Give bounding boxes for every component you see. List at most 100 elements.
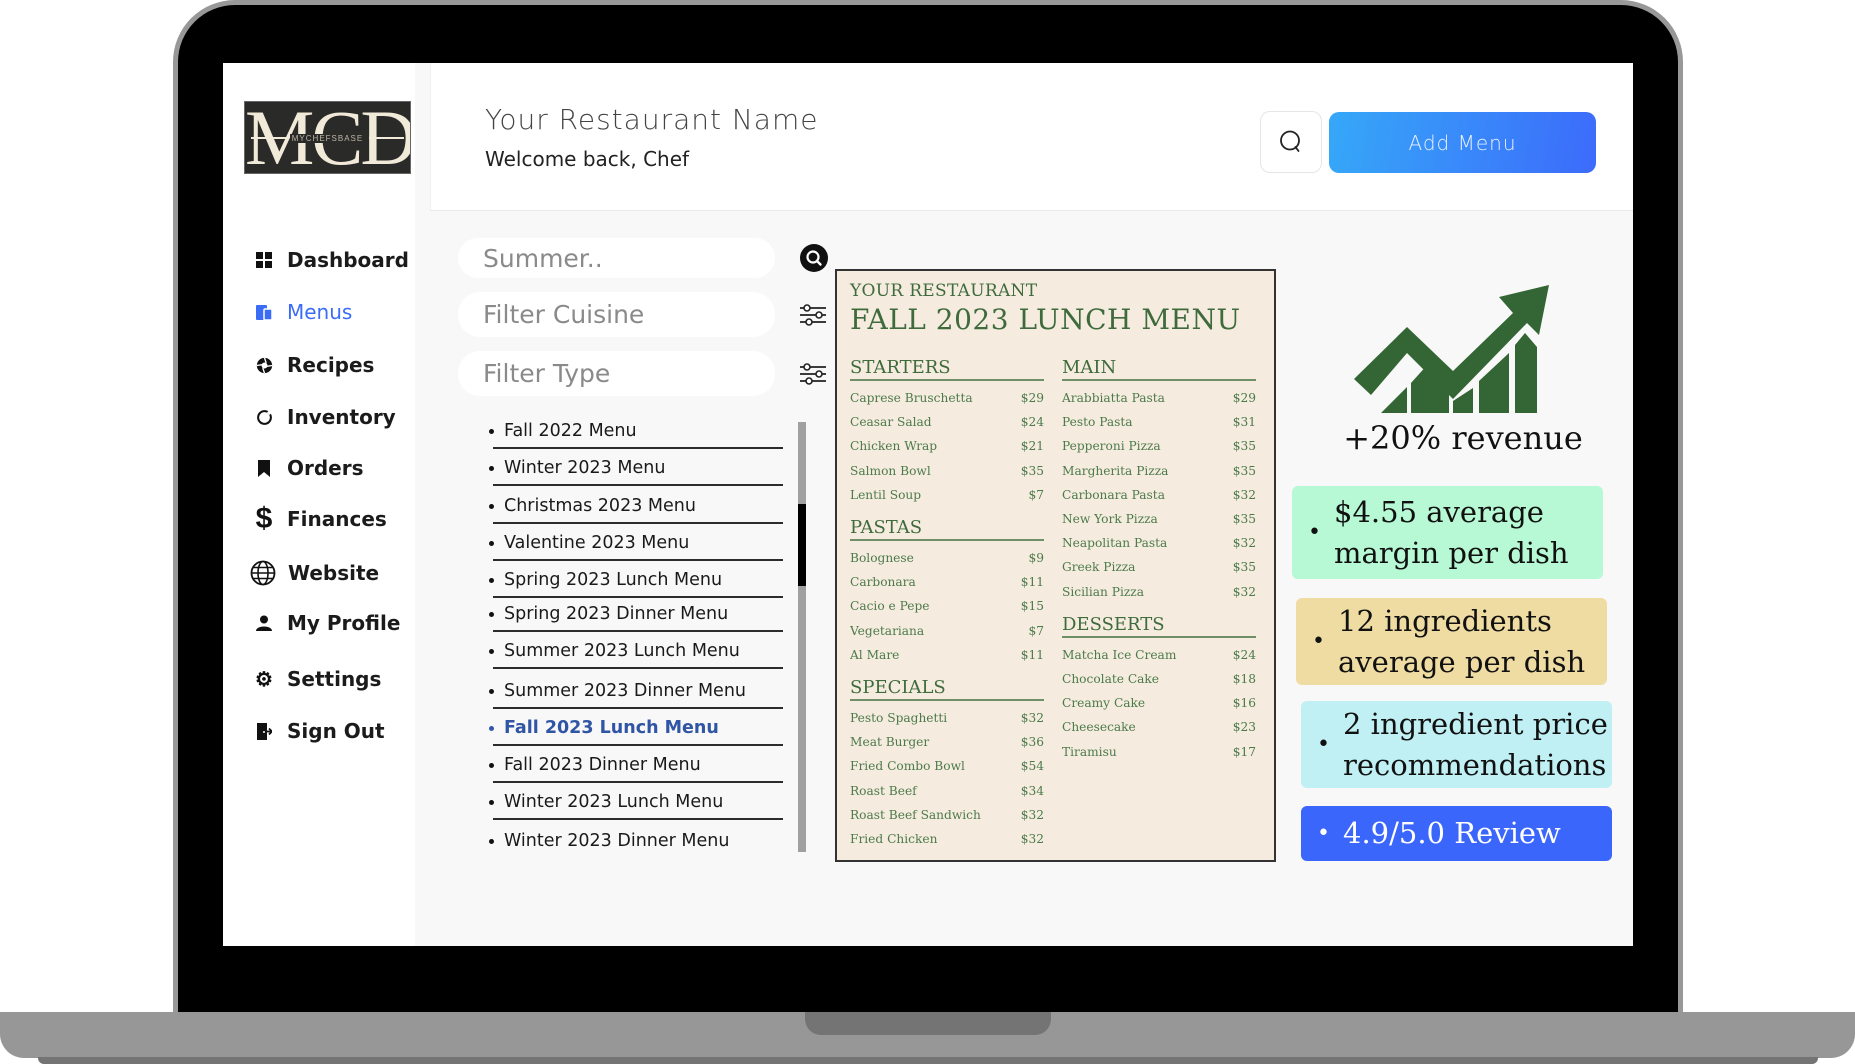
logo-line [369, 137, 404, 139]
menu-list-item[interactable]: Valentine 2023 Menu [489, 527, 783, 561]
bullet [489, 838, 494, 844]
sidebar-item-inventory[interactable]: Inventory [253, 405, 396, 429]
bullet: • [1312, 629, 1325, 654]
sidebar-item-label: Sign Out [287, 719, 385, 743]
dish-price: $21 [1020, 439, 1044, 454]
menu-list-item[interactable]: Summer 2023 Lunch Menu [489, 635, 783, 669]
brand-logo[interactable]: MCD MYCHEFSBASE [244, 101, 411, 174]
menu-dish-row: Tiramisu $17 [1062, 739, 1256, 763]
menu-section: DESSERTS Matcha Ice Cream $24 Chocolate Cak… [1062, 614, 1256, 764]
menu-dish-row: Caprese Bruschetta $29 [850, 386, 1044, 410]
menu-book-icon [253, 301, 275, 323]
dish-price: $35 [1232, 560, 1256, 575]
dish-price: $32 [1232, 584, 1256, 599]
sidebar-item-label: My Profile [287, 611, 401, 635]
dish-name: Caprese Bruschetta [850, 391, 973, 406]
menu-list-item-label: Christmas 2023 Menu [504, 496, 696, 516]
dish-price: $7 [1028, 623, 1044, 638]
menu-section: STARTERS Caprese Bruschetta $29 Ceasar Sala… [850, 357, 1044, 507]
stat-card-price-recommendations[interactable]: • 2 ingredient price recommendations [1301, 701, 1612, 788]
menu-list-item-label: Winter 2023 Lunch Menu [504, 792, 724, 812]
menu-dish-row: Ceasar Salad $24 [850, 410, 1044, 434]
menu-dish-row: Vegetariana $7 [850, 619, 1044, 643]
dish-price: $35 [1232, 463, 1256, 478]
menu-list-item[interactable]: Spring 2023 Dinner Menu [489, 598, 783, 632]
search-submit-button[interactable] [800, 243, 828, 273]
menu-list-item[interactable]: Summer 2023 Dinner Menu [489, 675, 783, 709]
logo-band: MYCHEFSBASE [251, 133, 404, 143]
sidebar-item-orders[interactable]: Orders [253, 456, 364, 480]
menu-list-item[interactable]: Spring 2023 Lunch Menu [489, 564, 783, 598]
dish-name: Meat Burger [850, 735, 930, 750]
sidebar-item-finances[interactable]: $ Finances [253, 502, 387, 535]
dish-price: $34 [1020, 783, 1044, 798]
menu-search-input[interactable] [483, 243, 800, 273]
menu-list-item[interactable]: Winter 2023 Menu [489, 452, 783, 486]
menu-dish-row: Pepperoni Pizza $35 [1062, 434, 1256, 458]
menu-list-item[interactable]: Winter 2023 Dinner Menu [489, 824, 783, 858]
menu-search-field[interactable] [458, 238, 828, 278]
dish-name: Fried Chicken [850, 831, 938, 846]
menu-dish-row: Neapolitan Pasta $32 [1062, 531, 1256, 555]
dish-price: $29 [1020, 391, 1044, 406]
menu-list-item[interactable]: Winter 2023 Lunch Menu [489, 786, 783, 820]
sidebar-item-menus[interactable]: Menus [253, 300, 352, 324]
menu-dish-row: Roast Beef Sandwich $32 [850, 803, 1044, 827]
menu-section: SPECIALS Pesto Spaghetti $32 Meat Burger $36… [850, 677, 1044, 851]
stat-text: $4.55 average margin per dish [1334, 494, 1569, 570]
sidebar: MCD MYCHEFSBASE Dashboard Menus Recipes … [223, 63, 415, 946]
bullet: • [1317, 821, 1330, 846]
bullet [489, 799, 494, 805]
dish-price: $15 [1020, 599, 1044, 614]
menu-preview-card: YOUR RESTAURANT FALL 2023 LUNCH MENU STA… [835, 269, 1276, 862]
sidebar-item-settings[interactable]: ⚙ Settings [253, 667, 381, 691]
page-header: Your Restaurant Name Welcome back, Chef … [430, 63, 1633, 211]
sidebar-item-my-profile[interactable]: My Profile [253, 611, 400, 635]
dish-name: Matcha Ice Cream [1062, 647, 1177, 662]
filter-type-button[interactable] [800, 359, 826, 389]
dish-price: $29 [1232, 391, 1256, 406]
sidebar-item-label: Settings [287, 667, 382, 691]
bullet [489, 648, 494, 654]
dish-price: $35 [1020, 463, 1044, 478]
search-icon [1280, 130, 1300, 152]
sidebar-item-dashboard[interactable]: Dashboard [253, 248, 409, 272]
menu-dish-row: Cheesecake $23 [1062, 715, 1256, 739]
menu-list-scrollbar[interactable] [798, 422, 806, 852]
menu-title: FALL 2023 LUNCH MENU [850, 303, 1241, 336]
menu-section: PASTAS Bolognese $9 Carbonara $11 Cacio e Pep… [850, 517, 1044, 667]
dish-price: $16 [1232, 696, 1256, 711]
dish-name: Pesto Spaghetti [850, 710, 948, 725]
filter-cuisine-input[interactable] [483, 300, 800, 329]
filter-type-input[interactable] [483, 359, 800, 388]
menu-dish-row: Creamy Cake $16 [1062, 691, 1256, 715]
filter-cuisine-field[interactable] [458, 292, 826, 337]
dish-price: $9 [1028, 551, 1044, 566]
bullet [489, 465, 494, 471]
header-search-button[interactable] [1260, 111, 1322, 173]
sidebar-item-website[interactable]: Website [250, 560, 379, 586]
filter-cuisine-button[interactable] [800, 300, 826, 330]
menu-section-heading: SPECIALS [850, 677, 1044, 701]
menu-list-item[interactable]: Fall 2023 Dinner Menu [489, 749, 783, 783]
dish-name: Margherita Pizza [1062, 463, 1169, 478]
sidebar-item-recipes[interactable]: Recipes [253, 353, 374, 377]
dish-name: Roast Beef [850, 783, 917, 798]
dish-price: $11 [1020, 575, 1044, 590]
menu-list-item[interactable]: Fall 2023 Lunch Menu [489, 712, 783, 746]
menu-list-scroll-thumb[interactable] [798, 504, 806, 586]
menu-restaurant-label: YOUR RESTAURANT [850, 281, 1038, 301]
search-icon [800, 244, 828, 272]
dish-name: Neapolitan Pasta [1062, 536, 1168, 551]
add-menu-button[interactable]: Add Menu [1329, 112, 1596, 173]
menu-list-item[interactable]: Fall 2022 Menu [489, 415, 783, 449]
stat-card-review[interactable]: • 4.9/5.0 Review [1301, 806, 1612, 861]
restaurant-name: Your Restaurant Name [485, 103, 819, 136]
menu-list-item[interactable]: Christmas 2023 Menu [489, 490, 783, 524]
bullet [489, 503, 494, 509]
menu-section-heading: MAIN [1062, 357, 1256, 381]
filter-type-field[interactable] [458, 351, 826, 396]
menu-list-item-label: Fall 2023 Lunch Menu [504, 718, 719, 738]
menu-dish-row: Chicken Wrap $21 [850, 434, 1044, 458]
sidebar-item-sign-out[interactable]: Sign Out [253, 719, 385, 743]
